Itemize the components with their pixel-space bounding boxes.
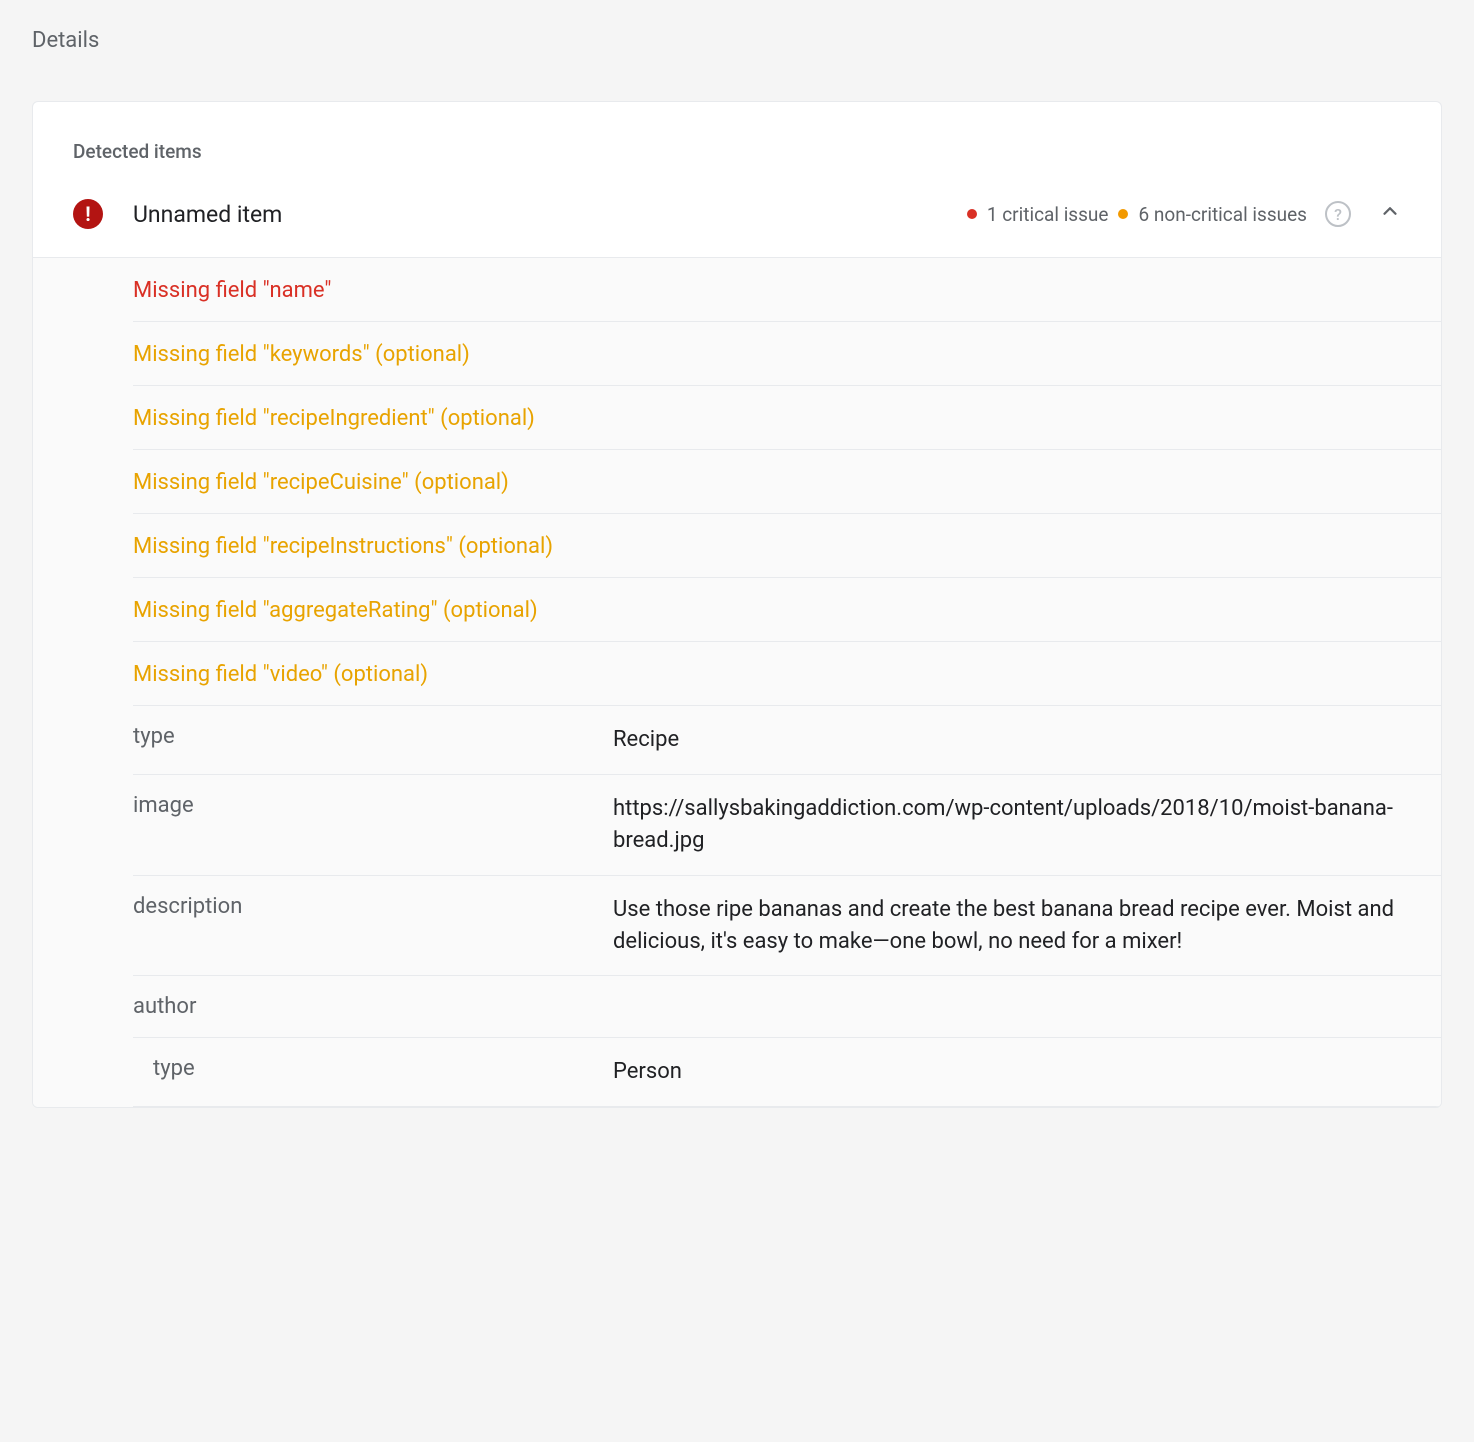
item-header[interactable]: ! Unnamed item 1 critical issue 6 non-cr…: [33, 191, 1441, 258]
error-icon: !: [73, 199, 103, 229]
property-value: https://sallysbakingaddiction.com/wp-con…: [613, 793, 1401, 857]
help-icon[interactable]: ?: [1325, 201, 1351, 227]
card-subtitle: Detected items: [33, 102, 1441, 191]
critical-count-label: 1 critical issue: [987, 203, 1109, 226]
issue-row[interactable]: Missing field "recipeCuisine" (optional): [133, 450, 1441, 514]
property-key: type: [133, 1056, 613, 1088]
noncritical-count-label: 6 non-critical issues: [1138, 203, 1307, 226]
property-key: type: [133, 724, 613, 756]
issue-row[interactable]: Missing field "recipeIngredient" (option…: [133, 386, 1441, 450]
issue-counts: 1 critical issue 6 non-critical issues: [967, 203, 1307, 226]
issue-row[interactable]: Missing field "video" (optional): [133, 642, 1441, 706]
property-key: description: [133, 894, 613, 958]
property-value: Use those ripe bananas and create the be…: [613, 894, 1401, 958]
property-row-image: image https://sallysbakingaddiction.com/…: [133, 775, 1441, 876]
issue-row[interactable]: Missing field "name": [133, 258, 1441, 322]
property-row-author-type: type Person: [133, 1038, 1441, 1107]
property-key: image: [133, 793, 613, 857]
chevron-up-icon[interactable]: [1379, 200, 1401, 228]
noncritical-dot-icon: [1118, 209, 1128, 219]
property-row-type: type Recipe: [133, 706, 1441, 775]
property-row-author: author: [133, 976, 1441, 1038]
property-value: Person: [613, 1056, 682, 1088]
issue-row[interactable]: Missing field "aggregateRating" (optiona…: [133, 578, 1441, 642]
property-row-description: description Use those ripe bananas and c…: [133, 876, 1441, 977]
issue-row[interactable]: Missing field "recipeInstructions" (opti…: [133, 514, 1441, 578]
issue-row[interactable]: Missing field "keywords" (optional): [133, 322, 1441, 386]
property-value: Recipe: [613, 724, 679, 756]
details-card: Detected items ! Unnamed item 1 critical…: [32, 101, 1442, 1108]
details-body: Missing field "name"Missing field "keywo…: [33, 258, 1441, 1107]
critical-dot-icon: [967, 209, 977, 219]
page-title: Details: [32, 28, 1442, 53]
item-title: Unnamed item: [133, 201, 967, 228]
